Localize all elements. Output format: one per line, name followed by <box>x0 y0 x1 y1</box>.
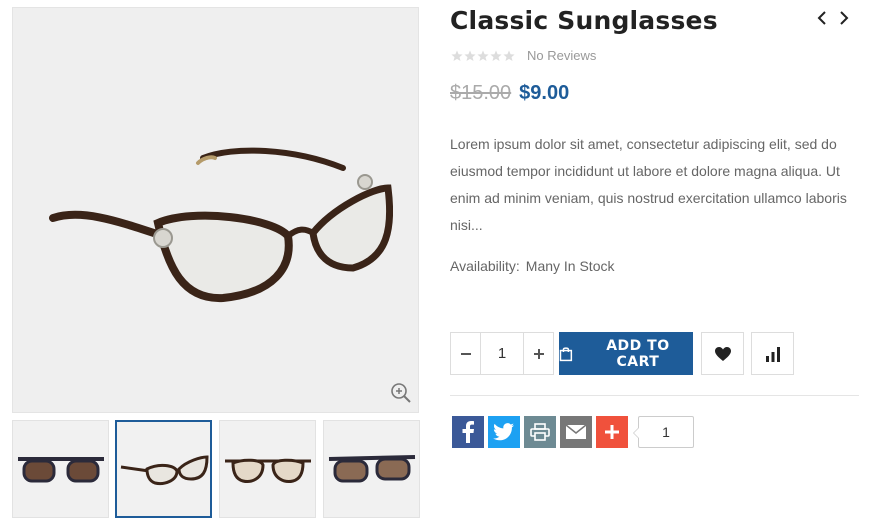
reviews-link[interactable]: No Reviews <box>527 48 596 63</box>
star-icon <box>503 50 515 61</box>
product-description: Lorem ipsum dolor sit amet, consectetur … <box>450 136 847 233</box>
share-bar: 1 <box>452 416 694 448</box>
compare-button[interactable] <box>751 332 794 375</box>
thumbnail-1[interactable] <box>12 420 109 518</box>
share-facebook-button[interactable] <box>452 416 484 448</box>
increase-quantity-button[interactable] <box>524 333 553 374</box>
availability-value: Many In Stock <box>525 258 615 274</box>
share-email-button[interactable] <box>560 416 592 448</box>
sale-price: $9.00 <box>519 82 570 104</box>
zoom-in-icon[interactable] <box>390 382 412 404</box>
star-icon <box>451 50 463 61</box>
print-icon <box>530 423 550 441</box>
star-icon <box>490 50 502 61</box>
availability-label: Availability: <box>450 258 520 274</box>
thumbnail-3[interactable] <box>219 420 316 518</box>
eyeglasses-image <box>49 147 393 303</box>
star-icon <box>477 50 489 61</box>
star-rating <box>451 50 515 62</box>
plus-icon <box>605 425 619 439</box>
share-more-button[interactable] <box>596 416 628 448</box>
thumbnail-2[interactable] <box>115 420 212 518</box>
quantity-input[interactable] <box>480 333 524 374</box>
thumbnail-4[interactable] <box>323 420 420 518</box>
divider <box>450 395 859 396</box>
email-icon <box>565 424 587 439</box>
product-navigation <box>816 9 850 27</box>
share-count: 1 <box>633 416 694 448</box>
availability: Availability: Many In Stock <box>450 258 614 274</box>
add-to-cart-label: ADD TO CART <box>606 337 670 370</box>
decrease-quantity-button[interactable] <box>451 333 480 374</box>
thumbnail-gallery <box>12 420 421 518</box>
shopping-bag-icon <box>559 346 573 361</box>
share-print-button[interactable] <box>524 416 556 448</box>
heart-icon <box>714 346 731 361</box>
sunglasses-front-image <box>17 457 104 483</box>
plus-icon <box>533 348 544 359</box>
add-to-cart-button[interactable]: ADD TO CART <box>559 332 693 375</box>
share-twitter-button[interactable] <box>488 416 520 448</box>
eyeglasses-side-image <box>120 455 209 485</box>
star-icon <box>464 50 476 61</box>
product-rating: No Reviews <box>451 48 596 63</box>
price-block: $15.00 $9.00 <box>450 82 569 105</box>
bar-chart-icon <box>765 346 780 362</box>
wishlist-button[interactable] <box>701 332 744 375</box>
chevron-left-icon[interactable] <box>816 9 828 27</box>
old-price: $15.00 <box>450 82 512 104</box>
facebook-icon <box>462 421 474 443</box>
product-title: Classic Sunglasses <box>450 6 718 35</box>
minus-icon <box>460 352 471 355</box>
twitter-icon <box>493 423 514 441</box>
sunglasses-angle-image <box>328 455 415 483</box>
product-main-image[interactable] <box>12 7 419 413</box>
chevron-right-icon[interactable] <box>838 9 850 27</box>
quantity-stepper <box>450 332 554 375</box>
eyeglasses-front-image <box>224 458 311 483</box>
